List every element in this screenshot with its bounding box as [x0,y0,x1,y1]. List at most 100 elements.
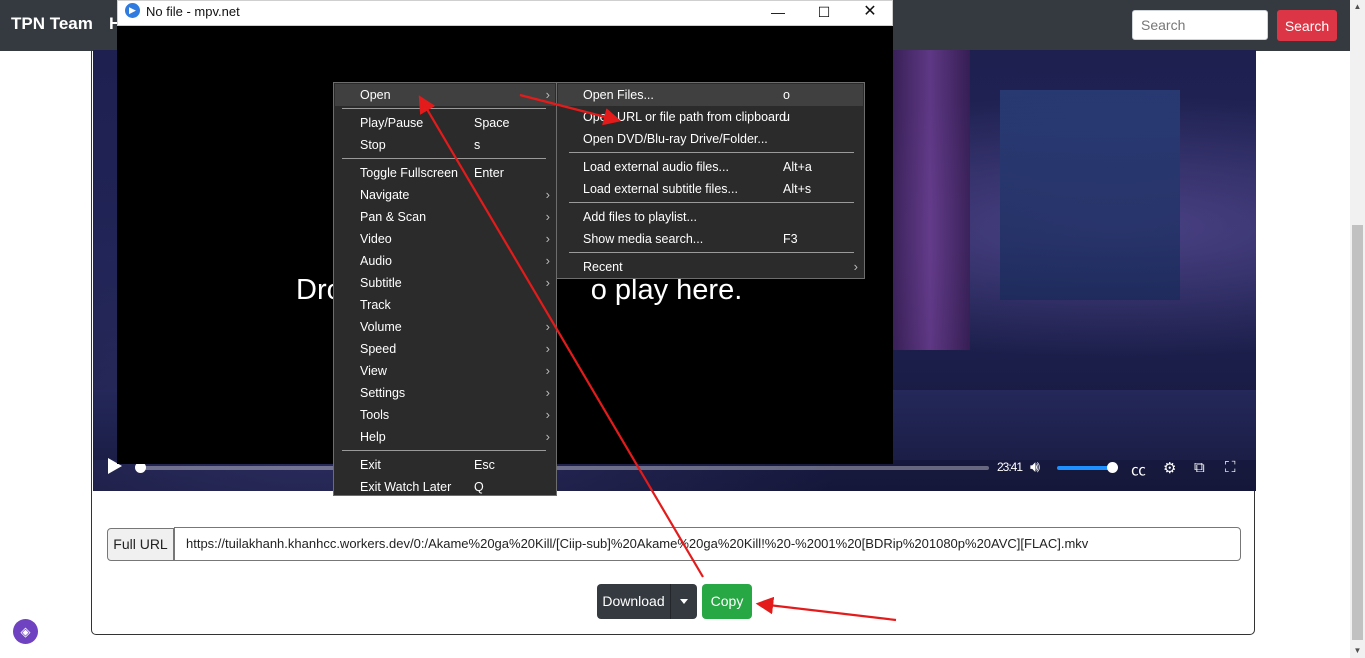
menu-item-recent[interactable]: Recent › [558,256,863,278]
menu-item-shortcut: s [474,138,481,152]
submenu-arrow-icon: › [545,319,550,334]
menu-item-label: Volume [360,320,402,334]
menu-item-toggle-fullscreen[interactable]: Toggle Fullscreen Enter [335,162,555,184]
submenu-arrow-icon: › [545,429,550,444]
menu-item-label: Speed [360,342,397,356]
menu-item-subtitle[interactable]: Subtitle › [335,272,555,294]
menu-item-label: Play/Pause [360,116,424,130]
menu-item-speed[interactable]: Speed › [335,338,555,360]
scrollbar-thumb[interactable] [1352,225,1363,640]
open-submenu: Open Files... o Open URL or file path from… [556,82,865,279]
menu-item-label: Tools [360,408,390,422]
menu-item-settings[interactable]: Settings › [335,382,555,404]
menu-item-label: Subtitle [360,276,402,290]
volume-handle[interactable] [1107,462,1118,473]
menu-separator [569,202,854,203]
scroll-down-icon[interactable]: ▼ [1350,644,1365,658]
menu-item-label: Load external audio files... [583,160,729,174]
close-icon[interactable]: ✕ [855,2,885,22]
menu-item-help[interactable]: Help › [335,426,555,448]
menu-item-label: Recent [583,260,623,274]
full-url-field[interactable]: https://tuilakhanh.khanhcc.workers.dev/0… [174,527,1241,561]
submenu-arrow-icon: › [545,253,550,268]
minimize-icon[interactable]: — [763,2,793,22]
copy-button[interactable]: Copy [702,584,752,619]
mpv-app-icon: ▶ [125,3,140,18]
menu-item-shortcut: Alt+s [783,182,812,196]
full-url-label: Full URL [107,528,174,561]
download-dropdown-toggle[interactable] [670,584,697,619]
menu-item-shortcut: Space [474,116,510,130]
time-display: 23:41 [997,460,1023,474]
context-menu: Open › Play/Pause Space Stop s Toggle Fullscre… [333,82,557,496]
menu-item-label: View [360,364,387,378]
search-button[interactable]: Search [1277,10,1337,41]
menu-item-label: Open [360,88,391,102]
captions-icon[interactable]: ㏄ [1131,459,1146,480]
menu-separator [569,152,854,153]
download-button[interactable]: Download [597,584,670,619]
menu-item-shortcut: Enter [474,166,504,180]
menu-item-open-url-or-file-path-from-clipboard[interactable]: Open URL or file path from clipboard u [558,106,863,128]
menu-item-show-media-search[interactable]: Show media search... F3 [558,228,863,250]
menu-item-label: Toggle Fullscreen [360,166,458,180]
menu-item-label: Navigate [360,188,410,202]
menu-item-exit-watch-later[interactable]: Exit Watch Later Q [335,476,555,498]
submenu-arrow-icon: › [545,363,550,378]
menu-item-shortcut: u [783,110,790,124]
maximize-icon[interactable]: ☐ [809,2,839,22]
menu-item-track[interactable]: Track [335,294,555,316]
menu-item-pan-scan[interactable]: Pan & Scan › [335,206,555,228]
menu-item-tools[interactable]: Tools › [335,404,555,426]
menu-item-shortcut: F3 [783,232,798,246]
brand-logo[interactable]: TPN Team [11,14,93,34]
menu-item-view[interactable]: View › [335,360,555,382]
menu-separator [342,108,546,109]
menu-separator [342,450,546,451]
menu-item-label: Load external subtitle files... [583,182,738,196]
submenu-arrow-icon: › [545,209,550,224]
menu-item-open-files[interactable]: Open Files... o [558,84,863,106]
progress-bar[interactable] [137,466,989,470]
menu-item-play-pause[interactable]: Play/Pause Space [335,112,555,134]
assistant-fab-icon[interactable]: ◈ [13,619,38,644]
menu-item-volume[interactable]: Volume › [335,316,555,338]
scene-curtain [890,50,970,350]
menu-item-video[interactable]: Video › [335,228,555,250]
submenu-arrow-icon: › [545,341,550,356]
menu-item-label: Stop [360,138,386,152]
menu-item-open[interactable]: Open › [335,84,555,106]
settings-gear-icon[interactable]: ⚙ [1163,459,1176,477]
menu-separator [342,158,546,159]
menu-item-load-external-audio-files[interactable]: Load external audio files... Alt+a [558,156,863,178]
menu-item-open-dvd-blu-ray-drive-folder[interactable]: Open DVD/Blu-ray Drive/Folder... [558,128,863,150]
menu-item-audio[interactable]: Audio › [335,250,555,272]
menu-item-add-files-to-playlist[interactable]: Add files to playlist... [558,206,863,228]
menu-item-label: Open DVD/Blu-ray Drive/Folder... [583,132,768,146]
submenu-arrow-icon: › [545,407,550,422]
menu-item-label: Settings [360,386,406,400]
fullscreen-icon[interactable]: ⛶ [1225,459,1236,476]
menu-item-stop[interactable]: Stop s [335,134,555,156]
menu-item-label: Help [360,430,386,444]
menu-item-shortcut: Alt+a [783,160,812,174]
pip-icon[interactable]: ⧉ [1194,459,1205,476]
menu-item-label: Show media search... [583,232,704,246]
menu-item-label: Audio [360,254,392,268]
menu-item-exit[interactable]: Exit Esc [335,454,555,476]
menu-item-navigate[interactable]: Navigate › [335,184,555,206]
mpv-window-title: No file - mpv.net [146,4,240,19]
menu-item-shortcut: o [783,88,790,102]
submenu-arrow-icon: › [853,259,858,274]
submenu-arrow-icon: › [545,231,550,246]
submenu-arrow-icon: › [545,87,550,102]
scroll-up-icon[interactable]: ▲ [1350,0,1365,14]
menu-item-label: Exit [360,458,381,472]
menu-item-load-external-subtitle-files[interactable]: Load external subtitle files... Alt+s [558,178,863,200]
menu-item-label: Track [360,298,391,312]
menu-separator [569,252,854,253]
volume-icon[interactable]: 🔊︎ [1030,459,1040,477]
menu-item-label: Open Files... [583,88,654,102]
search-input[interactable] [1132,10,1268,40]
menu-item-shortcut: Esc [474,458,495,472]
